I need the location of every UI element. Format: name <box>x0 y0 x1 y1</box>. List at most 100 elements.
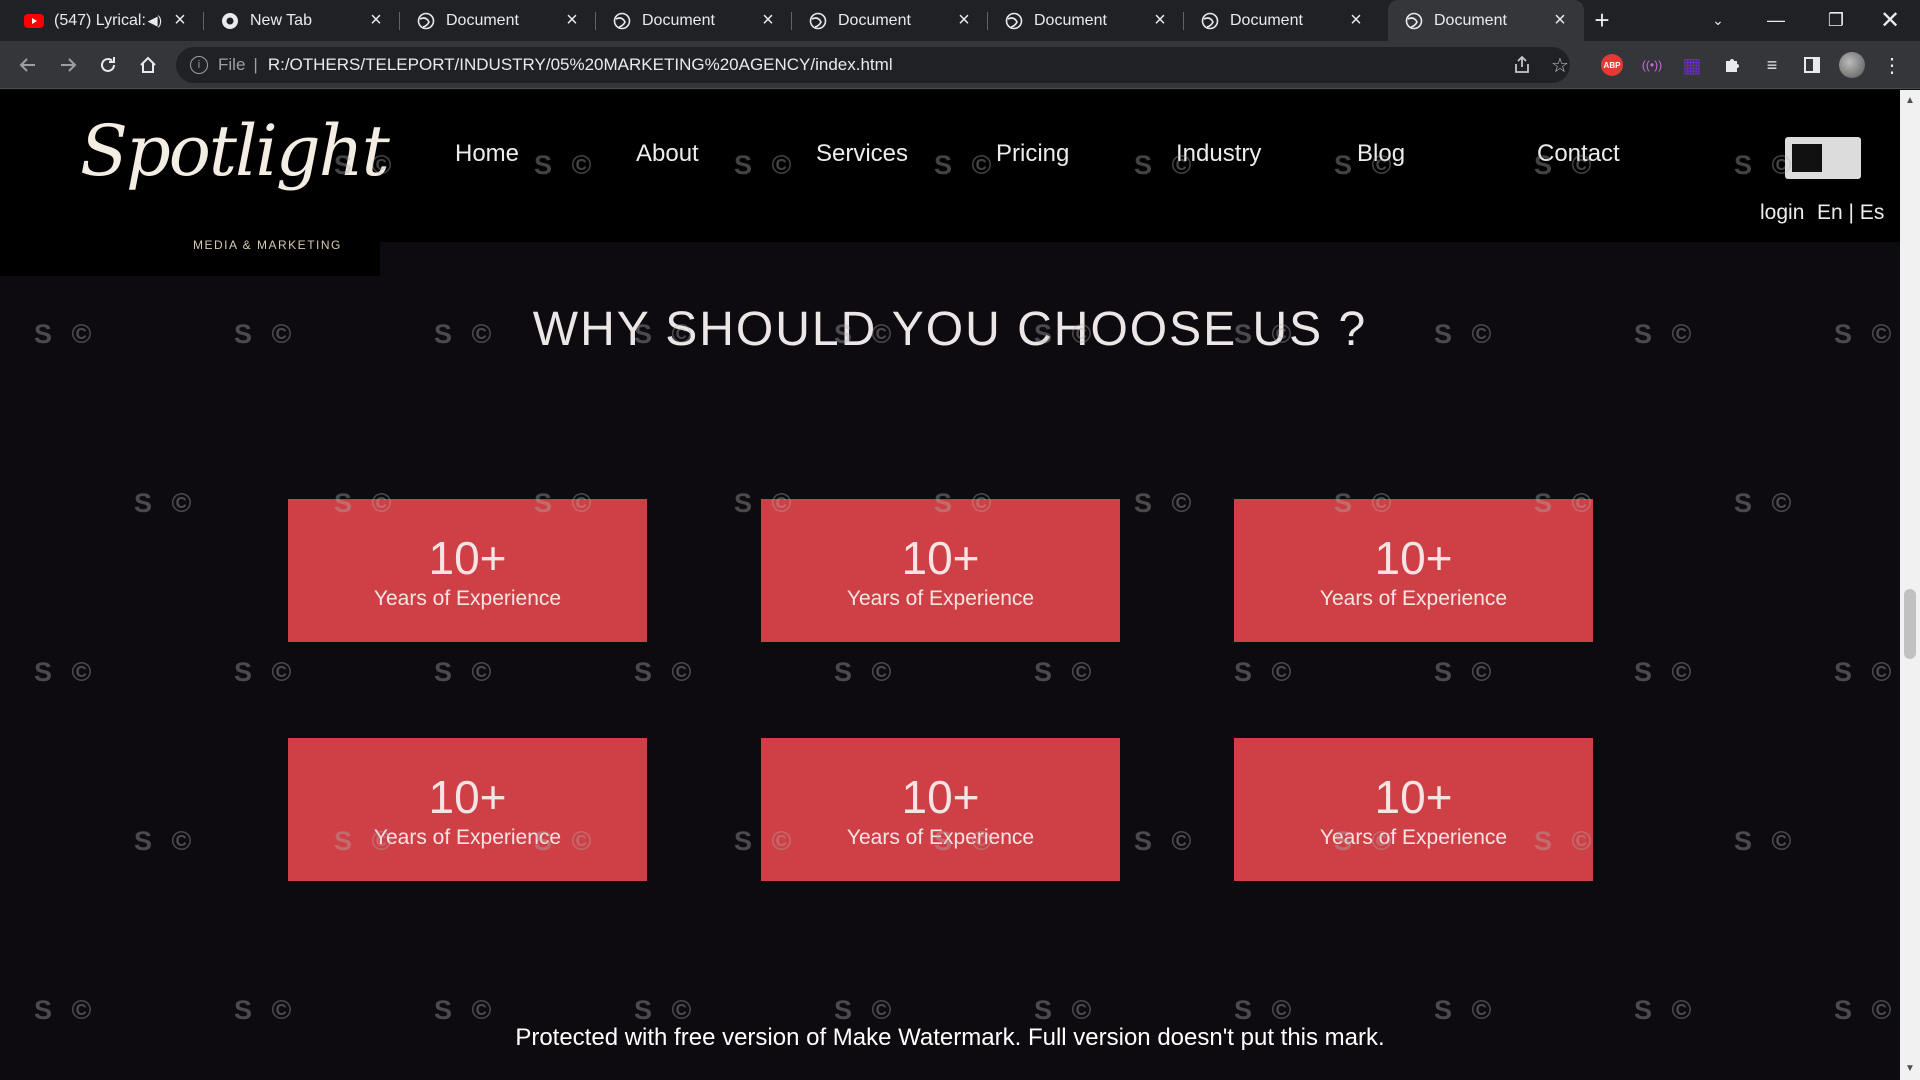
stat-label: Years of Experience <box>373 587 562 610</box>
page-viewport: Spotlight MEDIA & MARKETING Home About S… <box>0 90 1900 1080</box>
watermark-mark: S © <box>434 995 498 1025</box>
adblock-extension-icon[interactable]: ABP <box>1596 49 1628 81</box>
scrollbar-thumb[interactable] <box>1904 589 1916 659</box>
tab[interactable]: Document × <box>596 0 792 41</box>
close-tab-icon[interactable]: × <box>1346 9 1366 32</box>
watermark-mark: S © <box>34 657 98 687</box>
stat-card: 10+ Years of Experience <box>288 499 647 642</box>
watermark-mark: S © <box>334 826 398 856</box>
close-tab-icon[interactable]: × <box>954 9 974 32</box>
watermark-mark: S © <box>1834 319 1898 349</box>
tab[interactable]: Document × <box>400 0 596 41</box>
stat-card: 10+ Years of Experience <box>1234 499 1593 642</box>
close-tab-icon[interactable]: × <box>562 9 582 32</box>
close-window-button[interactable]: ✕ <box>1860 0 1920 41</box>
back-arrow-icon <box>19 58 35 72</box>
stat-card: 10+ Years of Experience <box>761 499 1120 642</box>
stat-value: 10+ <box>428 771 507 823</box>
watermark-mark: S © <box>134 826 198 856</box>
address-bar[interactable]: i File | R:/OTHERS/TELEPORT/INDUSTRY/05%… <box>176 47 1570 83</box>
watermark-mark: S © <box>1534 488 1598 518</box>
watermark-mark: S © <box>1834 657 1898 687</box>
scroll-up-arrow-icon[interactable]: ▲ <box>1904 96 1916 106</box>
tab-search-button[interactable]: ⌄ <box>1690 0 1746 41</box>
watermark-mark: S © <box>534 150 598 180</box>
language-switcher[interactable]: En | Es <box>1817 201 1884 225</box>
tab[interactable]: New Tab × <box>204 0 400 41</box>
new-tab-button[interactable]: + <box>1582 0 1622 41</box>
forward-arrow-icon <box>61 58 77 72</box>
watermark-mark: S © <box>1734 150 1798 180</box>
close-tab-icon[interactable]: × <box>1550 9 1570 32</box>
watermark-mark: S © <box>1034 995 1098 1025</box>
chrome-icon <box>220 11 240 31</box>
watermark-mark: S © <box>1634 657 1698 687</box>
menu-kebab-icon[interactable]: ⋮ <box>1876 49 1908 81</box>
logo-tagline: MEDIA & MARKETING <box>193 238 342 252</box>
watermark-mark: S © <box>1434 657 1498 687</box>
watermark-mark: S © <box>234 319 298 349</box>
url-text[interactable]: R:/OTHERS/TELEPORT/INDUSTRY/05%20MARKETI… <box>268 55 893 75</box>
tab[interactable]: Document × <box>792 0 988 41</box>
back-button[interactable] <box>12 49 44 81</box>
tab-title: New Tab <box>250 11 312 29</box>
nav-home[interactable]: Home <box>455 140 519 168</box>
media-queue-icon[interactable]: ≡ <box>1756 49 1788 81</box>
watermark-mark: S © <box>1334 488 1398 518</box>
stat-value: 10+ <box>1374 771 1453 823</box>
page-scrollbar[interactable]: ▲ ▼ <box>1900 90 1920 1080</box>
watermark-mark: S © <box>1434 319 1498 349</box>
watermark-mark: S © <box>934 150 998 180</box>
watermark-mark: S © <box>1134 150 1198 180</box>
scroll-down-arrow-icon[interactable]: ▼ <box>1904 1064 1916 1074</box>
watermark-mark: S © <box>1134 826 1198 856</box>
close-tab-icon[interactable]: × <box>1150 9 1170 32</box>
nav-services[interactable]: Services <box>816 140 908 168</box>
tab[interactable]: (547) Lyrical: ◀) × <box>8 0 204 41</box>
watermark-mark: S © <box>1034 319 1098 349</box>
nav-pricing[interactable]: Pricing <box>996 140 1069 168</box>
close-tab-icon[interactable]: × <box>758 9 778 32</box>
watermark-mark: S © <box>1134 488 1198 518</box>
watermark-mark: S © <box>134 488 198 518</box>
watermark-notice: Protected with free version of Make Wate… <box>515 1024 1385 1051</box>
home-button[interactable] <box>132 49 164 81</box>
broadcast-extension-icon[interactable]: ((•)) <box>1636 49 1668 81</box>
bookmark-star-icon[interactable]: ☆ <box>1544 49 1576 81</box>
watermark-mark: S © <box>234 657 298 687</box>
reload-button[interactable] <box>92 49 124 81</box>
watermark-mark: S © <box>1234 657 1298 687</box>
watermark-mark: S © <box>734 826 798 856</box>
reload-icon <box>101 57 115 72</box>
minimize-button[interactable]: — <box>1746 0 1806 41</box>
watermark-mark: S © <box>534 826 598 856</box>
watermark-mark: S © <box>1434 995 1498 1025</box>
forward-button[interactable] <box>52 49 84 81</box>
profile-avatar[interactable] <box>1836 49 1868 81</box>
globe-icon <box>1004 11 1024 31</box>
watermark-mark: S © <box>1234 319 1298 349</box>
speaker-icon[interactable]: ◀) <box>148 13 162 29</box>
stat-card: 10+ Years of Experience <box>288 738 647 881</box>
extensions-puzzle-icon[interactable] <box>1716 49 1748 81</box>
tab-title: (547) Lyrical: <box>54 11 146 29</box>
tab[interactable]: Document × <box>988 0 1184 41</box>
browser-toolbar: i File | R:/OTHERS/TELEPORT/INDUSTRY/05%… <box>0 41 1920 89</box>
globe-icon <box>1200 11 1220 31</box>
tab[interactable]: Document × <box>1184 0 1380 41</box>
watermark-mark: S © <box>634 319 698 349</box>
watermark-mark: S © <box>34 319 98 349</box>
side-panel-icon[interactable] <box>1796 49 1828 81</box>
share-icon[interactable] <box>1506 49 1538 81</box>
close-tab-icon[interactable]: × <box>170 9 190 32</box>
logo[interactable]: Spotlight MEDIA & MARKETING <box>0 90 390 276</box>
nav-about[interactable]: About <box>636 140 699 168</box>
close-tab-icon[interactable]: × <box>366 9 386 32</box>
stat-value: 10+ <box>901 771 980 823</box>
restore-button[interactable]: ❐ <box>1806 0 1866 41</box>
info-icon[interactable]: i <box>190 56 208 74</box>
grid-extension-icon[interactable]: ▦ <box>1676 49 1708 81</box>
login-link[interactable]: login <box>1760 201 1804 225</box>
watermark-mark: S © <box>1234 995 1298 1025</box>
tab-active[interactable]: Document × <box>1388 0 1584 41</box>
